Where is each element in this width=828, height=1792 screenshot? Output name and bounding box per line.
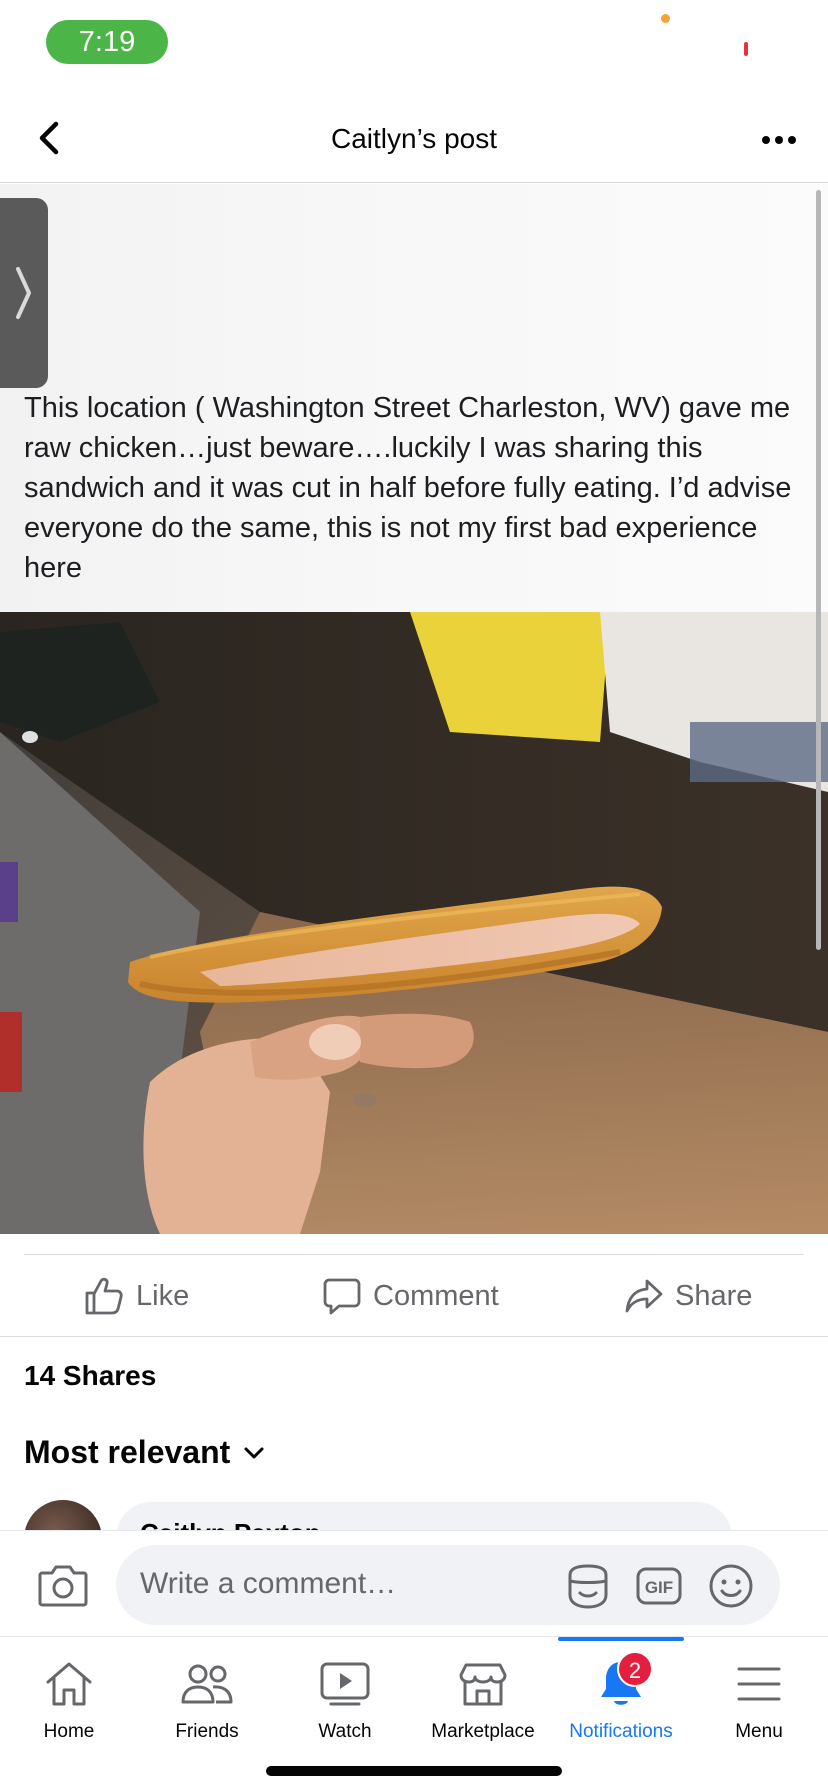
share-button[interactable]: Share	[625, 1256, 752, 1336]
tab-label: Watch	[318, 1721, 372, 1742]
more-icon	[762, 136, 796, 144]
gif-icon: GIF	[636, 1567, 682, 1605]
chicken-sandwich-photo	[0, 612, 828, 1234]
divider	[24, 1254, 804, 1255]
comment-placeholder: Write a comment…	[140, 1567, 397, 1600]
avatar-sticker-icon	[568, 1564, 608, 1609]
commenter-name[interactable]: Caitlyn Paxton	[140, 1518, 321, 1530]
marketplace-icon	[453, 1657, 513, 1711]
recording-indicator	[744, 42, 748, 56]
status-time: 7:19	[46, 20, 168, 64]
comment-composer: Write a comment… GIF	[0, 1530, 828, 1636]
chevron-left-icon	[39, 121, 59, 155]
share-label: Share	[675, 1279, 753, 1312]
post-photo[interactable]	[0, 612, 828, 1234]
emoji-icon	[709, 1564, 753, 1608]
home-icon	[39, 1657, 99, 1711]
chevron-down-icon	[244, 1447, 264, 1458]
tab-friends[interactable]: Friends	[138, 1637, 276, 1747]
comment-sort-dropdown[interactable]: Most relevant	[24, 1434, 264, 1471]
page-title: Caitlyn’s post	[330, 123, 497, 154]
tab-label: Home	[43, 1721, 95, 1742]
like-button[interactable]: Like	[84, 1256, 189, 1336]
shares-count[interactable]: 14 Shares	[24, 1360, 156, 1392]
avatar[interactable]	[24, 1500, 102, 1530]
emoji-button[interactable]	[706, 1561, 756, 1611]
status-bar: 7:19	[0, 0, 828, 95]
tab-label: Marketplace	[431, 1721, 535, 1742]
avatar-sticker-button[interactable]	[563, 1561, 613, 1611]
notification-badge: 2	[617, 1651, 653, 1687]
tab-marketplace[interactable]: Marketplace	[414, 1637, 552, 1747]
thumbs-up-icon	[85, 1277, 123, 1315]
friends-icon	[177, 1657, 237, 1711]
tab-label: Menu	[735, 1721, 783, 1742]
back-button[interactable]	[28, 115, 70, 161]
share-icon	[625, 1279, 663, 1313]
tab-label: Friends	[175, 1721, 239, 1742]
comment-preview: Caitlyn Paxton	[0, 1500, 828, 1530]
tab-watch[interactable]: Watch	[276, 1637, 414, 1747]
tab-label: Notifications	[569, 1721, 673, 1742]
camera-icon	[38, 1565, 88, 1607]
post-text: This location ( Washington Street Charle…	[24, 392, 792, 584]
comment-button[interactable]: Comment	[323, 1256, 499, 1336]
privacy-indicator-dot	[661, 14, 670, 23]
more-options-button[interactable]	[756, 117, 802, 163]
sort-label: Most relevant	[24, 1434, 231, 1470]
side-panel-handle[interactable]	[0, 198, 48, 388]
tab-notifications[interactable]: 2 Notifications	[552, 1637, 690, 1747]
post-header: Caitlyn’s post	[0, 95, 828, 183]
bell-icon: 2	[591, 1651, 653, 1711]
divider	[0, 1336, 828, 1337]
like-label: Like	[136, 1279, 190, 1312]
tab-home[interactable]: Home	[0, 1637, 138, 1747]
chevron-right-icon	[16, 267, 31, 319]
comment-label: Comment	[373, 1279, 499, 1312]
watch-icon	[315, 1657, 375, 1711]
gif-button[interactable]: GIF	[634, 1561, 684, 1611]
post-actions: Like Comment Share	[0, 1256, 828, 1336]
camera-button[interactable]	[36, 1559, 90, 1611]
scroll-indicator[interactable]	[816, 190, 821, 950]
gif-label: GIF	[645, 1578, 673, 1597]
tab-menu[interactable]: Menu	[690, 1637, 828, 1747]
home-indicator[interactable]	[266, 1766, 562, 1776]
comment-icon	[323, 1278, 361, 1315]
menu-icon	[729, 1657, 789, 1711]
